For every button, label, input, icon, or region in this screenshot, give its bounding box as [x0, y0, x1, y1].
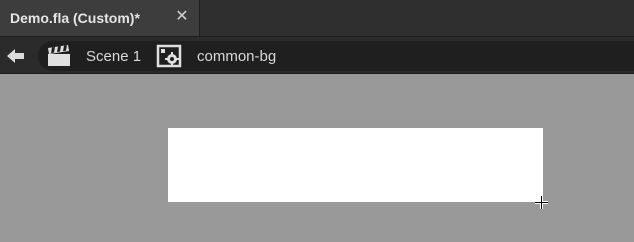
stage-canvas[interactable]	[168, 128, 543, 202]
document-tab[interactable]: Demo.fla (Custom)* ✕	[0, 0, 200, 36]
document-tab-bar: Demo.fla (Custom)* ✕	[0, 0, 634, 36]
breadcrumb-label-scene: Scene 1	[86, 48, 142, 65]
breadcrumb-label-symbol: common-bg	[197, 48, 277, 65]
arrow-left-icon[interactable]	[4, 45, 28, 67]
close-icon[interactable]: ✕	[174, 9, 190, 25]
scene-clapperboard-icon	[48, 45, 70, 66]
document-tab-title: Demo.fla (Custom)*	[10, 10, 140, 26]
crosshair-cursor-icon	[535, 196, 548, 209]
breadcrumb: Scene 1 common-bg	[38, 41, 634, 71]
edit-bar: Scene 1 common-bg	[0, 36, 634, 74]
movieclip-symbol-icon	[156, 44, 182, 68]
